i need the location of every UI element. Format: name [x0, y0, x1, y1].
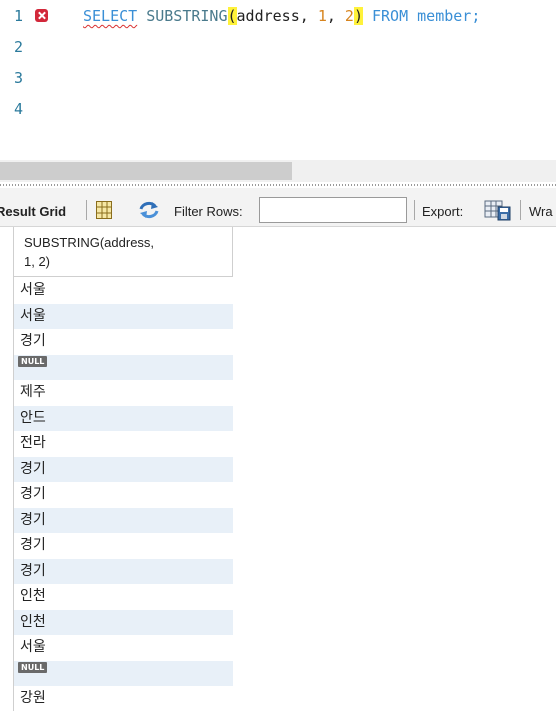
table-cell: 경기	[20, 511, 46, 528]
editor-line-4[interactable]: 4	[0, 97, 556, 121]
sql-statement[interactable]: SELECT SUBSTRING(address, 1, 2) FROM mem…	[83, 4, 480, 28]
table-cell: 인천	[20, 613, 46, 630]
column-header-line-2: 1, 2)	[24, 254, 51, 269]
sql-close-paren: )	[353, 7, 363, 25]
table-row[interactable]: 경기	[14, 482, 233, 508]
table-cell: 안드	[20, 409, 46, 426]
table-row[interactable]: 인천	[14, 609, 233, 635]
table-row[interactable]: 강원	[14, 686, 233, 712]
result-toolbar: Result Grid Filter Rows: Export: Wra	[0, 188, 556, 227]
sql-editor[interactable]: 1 SELECT SUBSTRING(address, 1, 2) FROM m…	[0, 0, 556, 160]
table-row[interactable]: 서울	[14, 303, 233, 329]
sql-arg-column: address,	[236, 7, 318, 25]
sql-arg-length: 2	[344, 7, 354, 25]
column-header-line-1: SUBSTRING(address,	[24, 235, 155, 250]
table-cell: 경기	[20, 486, 46, 502]
table-cell: 인천	[20, 588, 46, 604]
table-cell: 강원	[20, 690, 46, 706]
refresh-icon[interactable]	[138, 200, 160, 220]
line-number: 2	[14, 38, 24, 56]
table-cell: 서울	[20, 639, 46, 655]
row-header-gutter[interactable]	[0, 227, 14, 711]
result-grid[interactable]: SUBSTRING(address, 1, 2) 서울 서울 경기 NULL 제주 안드 전…	[0, 227, 556, 711]
sql-arg-start: 1	[317, 7, 327, 25]
table-row[interactable]: 서울	[14, 635, 233, 661]
sql-keyword-select: SELECT	[83, 7, 138, 25]
null-badge: NULL	[18, 661, 48, 673]
editor-line-3[interactable]: 3	[0, 66, 556, 90]
line-number: 3	[14, 69, 24, 87]
error-icon[interactable]	[35, 9, 48, 22]
table-cell: 경기	[20, 537, 46, 553]
export-label: Export:	[422, 204, 464, 219]
table-row[interactable]: 경기	[14, 533, 233, 559]
sql-function: SUBSTRING	[146, 7, 228, 25]
editor-line-1[interactable]: 1 SELECT SUBSTRING(address, 1, 2) FROM m…	[0, 4, 556, 28]
table-cell: 서울	[20, 282, 46, 298]
editor-line-2[interactable]: 2	[0, 35, 556, 59]
filter-rows-label: Filter Rows:	[174, 204, 243, 219]
table-row[interactable]: NULL	[14, 354, 233, 380]
export-icon[interactable]	[484, 199, 512, 221]
sql-keyword-from: FROM	[372, 7, 409, 25]
null-badge: NULL	[18, 355, 48, 367]
table-row[interactable]: 경기	[14, 329, 233, 355]
wrap-cell-content-label[interactable]: Wra	[529, 204, 553, 219]
table-row[interactable]: 서울	[14, 278, 233, 304]
table-cell: 전라	[20, 435, 46, 451]
table-cell: 경기	[20, 562, 46, 579]
result-grid-tab[interactable]: Result Grid	[0, 204, 66, 219]
column-header[interactable]: SUBSTRING(address, 1, 2)	[14, 227, 233, 277]
table-row[interactable]: 경기	[14, 558, 233, 584]
sql-open-paren: (	[227, 7, 237, 25]
toolbar-divider	[520, 200, 521, 220]
line-number: 4	[14, 100, 24, 118]
editor-horizontal-scrollbar[interactable]	[0, 160, 556, 182]
line-number: 1	[14, 7, 24, 25]
splitter-handle[interactable]	[0, 184, 556, 186]
table-row[interactable]: 전라	[14, 431, 233, 457]
table-cell: 서울	[20, 307, 46, 324]
scrollbar-thumb[interactable]	[0, 162, 292, 180]
toolbar-divider	[414, 200, 415, 220]
sql-table-name: member;	[417, 7, 481, 25]
table-cell: 경기	[20, 460, 46, 477]
table-cell: 경기	[20, 333, 46, 349]
table-row[interactable]: 안드	[14, 405, 233, 431]
table-row[interactable]: 인천	[14, 584, 233, 610]
result-rows: 서울 서울 경기 NULL 제주 안드 전라 경기 경기 경기 경기 경기 인천 인천 서울 NULL 강원	[14, 278, 233, 712]
toolbar-divider	[86, 200, 87, 220]
table-cell: 제주	[20, 384, 46, 400]
filter-rows-input[interactable]	[259, 197, 407, 223]
table-row[interactable]: 경기	[14, 456, 233, 482]
sql-comma: ,	[326, 7, 345, 25]
form-editor-icon[interactable]	[96, 201, 112, 219]
table-row[interactable]: NULL	[14, 660, 233, 686]
table-row[interactable]: 경기	[14, 507, 233, 533]
table-row[interactable]: 제주	[14, 380, 233, 406]
